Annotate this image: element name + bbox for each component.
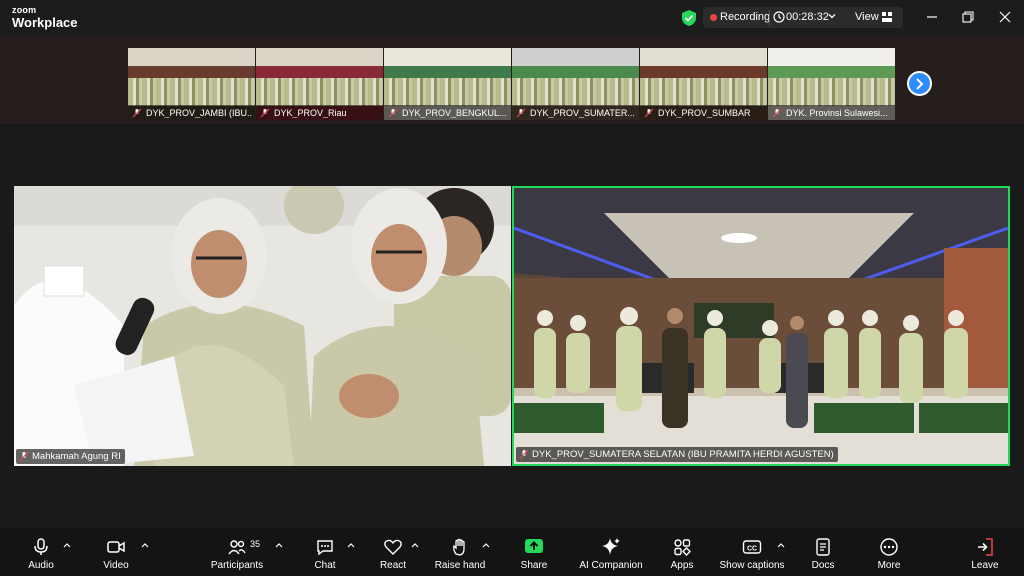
docs-button[interactable]: Docs [802, 528, 844, 576]
participant-thumbnail[interactable]: DYK_PROV_JAMBI (IBU... [128, 48, 255, 120]
muted-mic-icon [519, 449, 529, 460]
more-button[interactable]: More [868, 528, 910, 576]
restore-icon[interactable] [958, 8, 978, 26]
microphone-icon [34, 538, 48, 555]
share-screen-icon [525, 539, 543, 553]
video-feed-image [14, 186, 511, 466]
apps-label: Apps [670, 560, 694, 571]
recording-timer: 00:28:32 [786, 11, 829, 23]
video-feed-image [514, 188, 1008, 464]
participants-count: 35 [250, 539, 261, 549]
svg-text:CC: CC [747, 546, 757, 553]
video-camera-icon [107, 541, 125, 553]
react-options-caret-icon[interactable] [411, 542, 419, 548]
share-label: Share [520, 560, 548, 571]
raise-hand-button[interactable]: Raise hand [432, 528, 488, 576]
muted-mic-icon [132, 108, 142, 118]
muted-mic-icon [772, 108, 782, 118]
encryption-shield-icon[interactable] [679, 8, 699, 28]
react-button[interactable]: React [372, 528, 414, 576]
logo-line1: zoom [12, 5, 37, 15]
apps-icon [674, 539, 691, 556]
more-dots-icon [880, 538, 898, 556]
video-button[interactable]: Video [95, 528, 137, 576]
participant-thumbnail[interactable]: DYK_PROV_SUMATER... [512, 48, 639, 120]
chevron-right-icon [916, 78, 924, 90]
docs-label: Docs [811, 560, 835, 571]
raise-hand-options-caret-icon[interactable] [482, 542, 490, 548]
participant-name-tag: Mahkamah Agung RI [16, 449, 125, 464]
title-bar: zoom Workplace Recording 00:28:32 View [0, 0, 1024, 36]
participant-thumbnail[interactable]: DYK. Provinsi Sulawesi... [768, 48, 895, 120]
chevron-down-icon[interactable] [827, 11, 837, 21]
participant-thumbnail[interactable]: DYK_PROV_SUMBAR [640, 48, 767, 120]
closed-captions-icon: CC [742, 540, 762, 554]
participants-options-caret-icon[interactable] [275, 542, 283, 548]
participants-label: Participants [210, 560, 264, 571]
share-button[interactable]: Share [513, 528, 555, 576]
muted-mic-icon [644, 108, 654, 118]
participant-name: Mahkamah Agung RI [32, 451, 121, 462]
leave-button[interactable]: Leave [964, 528, 1006, 576]
leave-door-icon [978, 538, 993, 556]
thumbnail-name: DYK. Provinsi Sulawesi... [786, 108, 888, 118]
divider [769, 10, 770, 25]
thumbnail-name: DYK_PROV_SUMATER... [530, 108, 635, 118]
thumbnail-name: DYK_PROV_JAMBI (IBU... [146, 108, 252, 118]
participants-button[interactable]: 35 Participants [205, 528, 269, 576]
video-tile-active-speaker[interactable]: DYK_PROV_SUMATERA SELATAN (IBU PRAMITA H… [512, 186, 1010, 466]
chat-label: Chat [314, 560, 336, 571]
chat-options-caret-icon[interactable] [347, 542, 355, 548]
show-captions-button[interactable]: CC Show captions [715, 528, 789, 576]
muted-mic-icon [19, 451, 29, 462]
captions-options-caret-icon[interactable] [777, 542, 785, 548]
video-label: Video [103, 560, 129, 571]
next-page-button[interactable] [907, 71, 932, 96]
video-options-caret-icon[interactable] [141, 542, 149, 548]
audio-options-caret-icon[interactable] [63, 542, 71, 548]
gallery-grid-icon[interactable] [881, 11, 893, 23]
recording-status[interactable]: Recording 00:28:32 View [703, 7, 903, 28]
ai-companion-button[interactable]: AI Companion [575, 528, 647, 576]
participant-thumbnail[interactable]: DYK_PROV_Riau [256, 48, 383, 120]
recording-label: Recording [720, 11, 771, 23]
logo-line2: Workplace [12, 15, 78, 30]
zoom-workplace-logo: zoom Workplace [12, 5, 78, 30]
recording-dot-icon [710, 14, 717, 21]
video-tile-speaker[interactable]: Mahkamah Agung RI [14, 186, 511, 466]
raise-hand-icon [453, 538, 465, 556]
clock-icon [773, 11, 785, 23]
ai-companion-label: AI Companion [579, 560, 643, 571]
more-label: More [877, 560, 901, 571]
meeting-toolbar: Audio Video 35 Participants Chat React R… [0, 528, 1024, 576]
document-icon [816, 538, 830, 556]
heart-icon [384, 539, 402, 555]
thumbnail-name: DYK_PROV_BENGKUL... [402, 108, 507, 118]
participants-icon [228, 540, 246, 555]
show-captions-label: Show captions [719, 560, 785, 571]
apps-button[interactable]: Apps [661, 528, 703, 576]
audio-button[interactable]: Audio [20, 528, 62, 576]
view-button[interactable]: View [855, 11, 879, 23]
thumbnail-name: DYK_PROV_Riau [274, 108, 347, 118]
minimize-icon[interactable] [922, 8, 942, 26]
close-icon[interactable] [995, 8, 1015, 26]
leave-label: Leave [971, 560, 999, 571]
muted-mic-icon [516, 108, 526, 118]
muted-mic-icon [388, 108, 398, 118]
chat-button[interactable]: Chat [305, 528, 345, 576]
thumbnail-list: DYK_PROV_JAMBI (IBU... DYK_PROV_Riau DYK… [128, 48, 895, 120]
audio-label: Audio [28, 560, 54, 571]
chat-icon [317, 540, 333, 556]
ai-sparkle-icon [602, 538, 620, 555]
thumbnail-name: DYK_PROV_SUMBAR [658, 108, 751, 118]
participant-name: DYK_PROV_SUMATERA SELATAN (IBU PRAMITA H… [532, 449, 834, 460]
raise-hand-label: Raise hand [434, 560, 486, 571]
participant-thumbnail[interactable]: DYK_PROV_BENGKUL... [384, 48, 511, 120]
muted-mic-icon [260, 108, 270, 118]
react-label: React [379, 560, 407, 571]
participant-name-tag: DYK_PROV_SUMATERA SELATAN (IBU PRAMITA H… [516, 447, 838, 462]
